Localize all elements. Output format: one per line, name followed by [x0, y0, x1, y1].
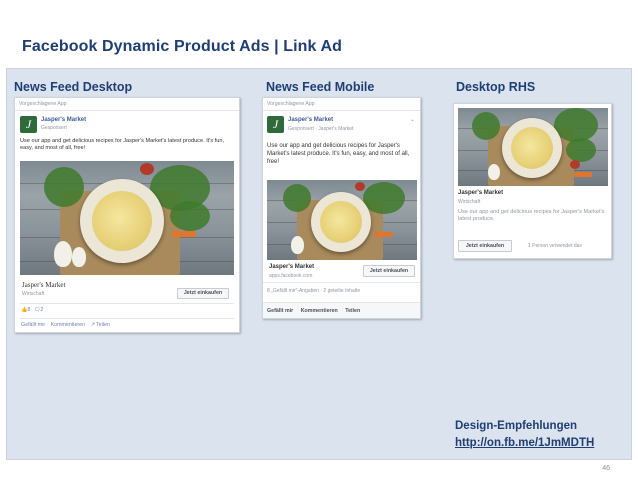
design-recommendations-label: Design-Empfehlungen — [455, 420, 578, 432]
product-image[interactable] — [458, 108, 608, 186]
share-action[interactable]: Teilen — [345, 308, 360, 314]
page-number: 46 — [602, 465, 610, 472]
product-subtitle: Wirtschaft — [458, 199, 481, 205]
product-image[interactable] — [20, 161, 234, 275]
slide-title: Facebook Dynamic Product Ads | Link Ad — [22, 38, 343, 55]
ad-body-text: Use our app and get delicious recipes fo… — [267, 143, 410, 165]
share-action[interactable]: Teilen — [96, 322, 110, 328]
suggested-app-header: Vorgeschlagene App — [267, 101, 315, 107]
design-recommendations-link[interactable]: http://on.fb.me/1JmMDTH — [455, 437, 594, 449]
sponsored-label: Gesponsert · Jasper's Market — [288, 126, 354, 132]
comment-action[interactable]: Kommentieren — [301, 308, 338, 314]
divider — [15, 110, 239, 111]
mobile-ad-card: Vorgeschlagene App J Jasper's Market Ges… — [262, 97, 421, 319]
desktop-ad-card: Vorgeschlagene App J Jasper's Market Ges… — [14, 97, 240, 333]
chevron-down-icon[interactable]: ⌄ — [410, 116, 415, 123]
shop-now-button[interactable]: Jetzt einkaufen — [363, 265, 415, 277]
shop-now-button[interactable]: Jetzt einkaufen — [177, 288, 229, 299]
social-context: 1 Person verwendet das — [528, 243, 582, 249]
product-image[interactable] — [267, 180, 417, 260]
action-bar: Gefällt mir Kommentieren ↗Teilen — [21, 322, 114, 328]
action-bar: Gefällt mir Kommentieren Teilen — [267, 308, 360, 314]
column-label-desktop: News Feed Desktop — [14, 80, 133, 94]
share-icon: ↗ — [90, 322, 96, 328]
like-action[interactable]: Gefällt mir — [21, 322, 45, 328]
ad-body-text: Use our app and get delicious recipes fo… — [458, 209, 605, 222]
rhs-ad-card: Jasper's Market Wirtschaft Use our app a… — [453, 103, 612, 259]
comment-count: 2 — [40, 307, 44, 313]
product-url: apps.facebook.com — [269, 273, 313, 279]
ad-body-text: Use our app and get delicious recipes fo… — [20, 138, 225, 151]
comment-action[interactable]: Kommentieren — [51, 322, 85, 328]
sponsored-label: Gesponsert — [41, 125, 67, 131]
column-label-mobile: News Feed Mobile — [266, 80, 375, 94]
brand-name[interactable]: Jasper's Market — [288, 117, 333, 123]
shop-now-button[interactable]: Jetzt einkaufen — [458, 240, 512, 252]
brand-logo-icon[interactable]: J — [267, 116, 284, 133]
suggested-app-header: Vorgeschlagene App — [19, 101, 67, 107]
brand-name[interactable]: Jasper's Market — [41, 117, 86, 123]
product-title[interactable]: Jasper's Market — [458, 190, 503, 196]
like-action[interactable]: Gefällt mir — [267, 308, 293, 314]
brand-logo-icon[interactable]: J — [20, 116, 37, 133]
engagement-counts[interactable]: 8 „Gefällt mir“-Angaben · 2 geteilte Inh… — [267, 288, 360, 294]
product-subtitle: Wirtschaft — [22, 291, 45, 297]
product-title[interactable]: Jasper's Market — [22, 281, 65, 289]
column-label-rhs: Desktop RHS — [456, 80, 536, 94]
reaction-counts[interactable]: 👍8 🗨2 — [21, 307, 43, 313]
like-count: 8 — [27, 307, 31, 313]
product-title[interactable]: Jasper's Market — [269, 264, 314, 270]
